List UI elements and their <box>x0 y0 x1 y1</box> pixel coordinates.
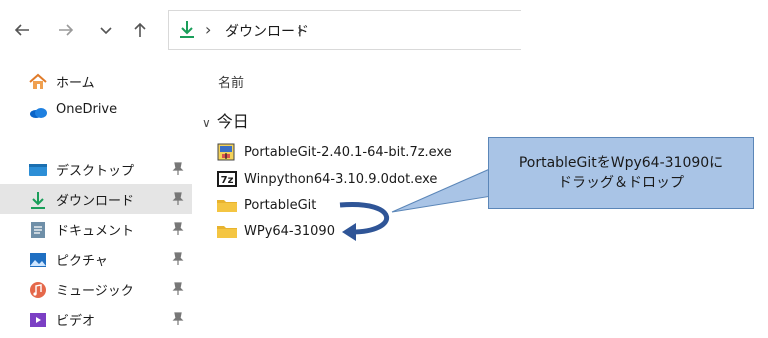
annotation-callout: PortableGitをWpy64-31090に ドラッグ＆ドロップ <box>488 137 754 209</box>
callout-pointer <box>391 167 493 213</box>
callout-line-2: ドラッグ＆ドロップ <box>558 175 684 191</box>
callout-line-1: PortableGitをWpy64-31090に <box>518 155 724 171</box>
drag-arrow-head <box>342 223 356 241</box>
drag-arrow <box>339 201 389 235</box>
